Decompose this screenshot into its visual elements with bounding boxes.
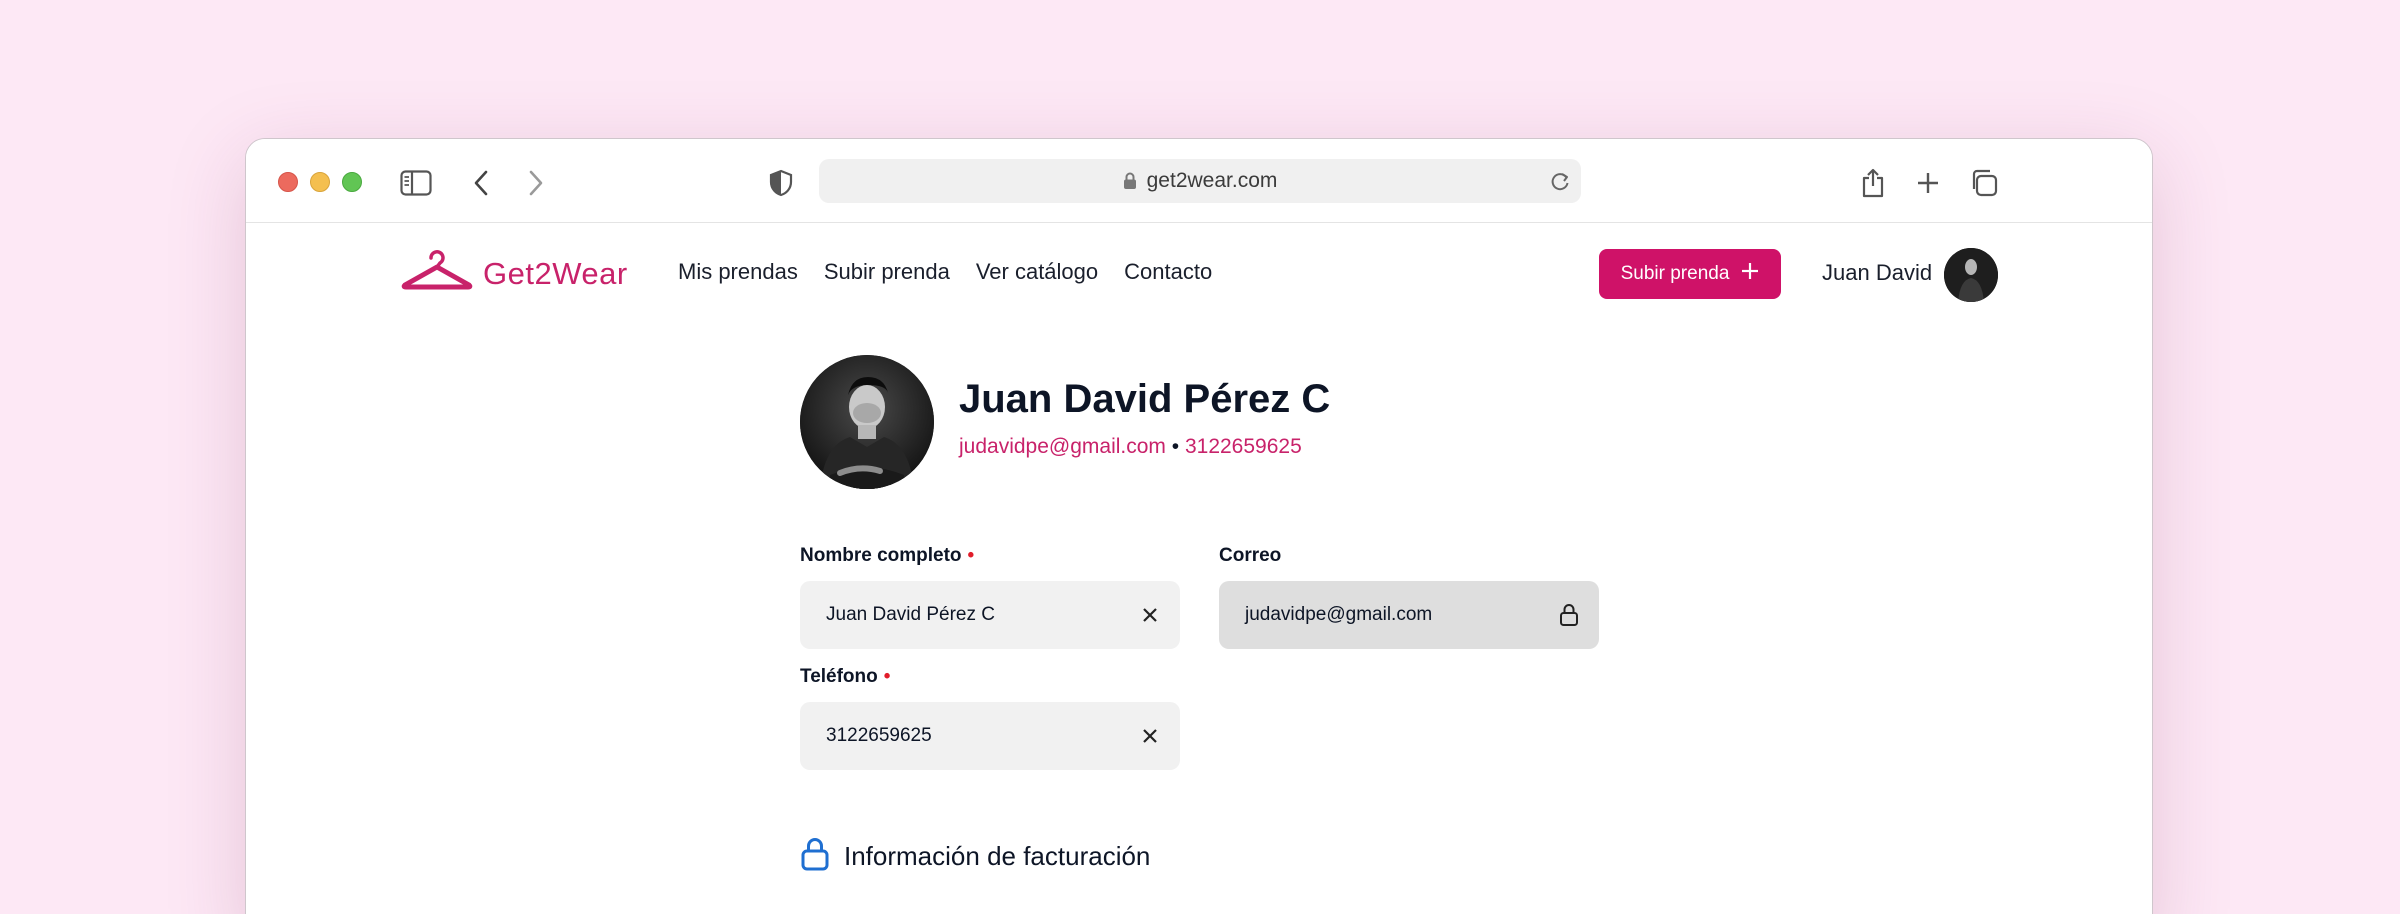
upload-garment-button[interactable]: Subir prenda [1599, 249, 1781, 299]
full-name-field[interactable]: Juan David Pérez C [800, 581, 1180, 649]
email-value: judavidpe@gmail.com [1245, 604, 1433, 625]
upload-button-label: Subir prenda [1620, 263, 1730, 284]
profile-avatar [800, 355, 934, 489]
url-text: get2wear.com [1146, 169, 1278, 192]
close-window-button[interactable] [278, 172, 298, 192]
browser-toolbar: get2wear.com [246, 139, 2152, 223]
full-name-label-text: Nombre completo [800, 545, 962, 566]
lock-icon [800, 837, 830, 876]
reload-icon[interactable] [1549, 169, 1571, 199]
phone-label: Teléfono • [800, 666, 890, 688]
back-arrow-icon[interactable] [461, 163, 501, 203]
email-field: judavidpe@gmail.com [1219, 581, 1599, 649]
forward-arrow-icon[interactable] [516, 163, 556, 203]
privacy-shield-icon[interactable] [761, 163, 801, 203]
lock-icon [1123, 172, 1137, 190]
main-nav: Mis prendas Subir prenda Ver catálogo Co… [678, 259, 1212, 285]
required-mark: • [883, 666, 891, 687]
phone-label-text: Teléfono [800, 666, 878, 687]
profile-phone[interactable]: 3122659625 [1185, 435, 1302, 458]
required-mark: • [967, 545, 975, 566]
email-label: Correo [1219, 545, 1282, 566]
brand-name: Get2Wear [483, 255, 628, 291]
billing-section-title: Información de facturación [844, 841, 1151, 871]
profile-name: Juan David Pérez C [959, 377, 1331, 421]
clear-icon[interactable] [1120, 702, 1180, 770]
nav-link-subir-prenda[interactable]: Subir prenda [824, 259, 950, 285]
lock-icon [1539, 581, 1599, 649]
billing-section-header: Información de facturación [800, 837, 1150, 876]
address-bar[interactable]: get2wear.com [819, 159, 1581, 203]
user-menu-name[interactable]: Juan David [1822, 260, 1932, 286]
profile-email[interactable]: judavidpe@gmail.com [959, 435, 1166, 458]
new-tab-plus-icon[interactable] [1908, 163, 1948, 203]
hanger-icon [401, 249, 473, 298]
clear-icon[interactable] [1120, 581, 1180, 649]
contact-separator: • [1171, 435, 1180, 458]
phone-field[interactable]: 3122659625 [800, 702, 1180, 770]
minimize-window-button[interactable] [310, 172, 330, 192]
plus-icon [1741, 262, 1759, 286]
tab-overview-icon[interactable] [1964, 163, 2004, 203]
brand-logo[interactable]: Get2Wear [401, 249, 628, 298]
share-icon[interactable] [1853, 163, 1893, 203]
user-avatar[interactable] [1944, 248, 1998, 302]
sidebar-toggle-icon[interactable] [396, 163, 436, 203]
browser-window: get2wear.com Get2Wear Mis prendas Subir … [245, 138, 2153, 914]
nav-link-contacto[interactable]: Contacto [1124, 259, 1212, 285]
full-name-value: Juan David Pérez C [826, 604, 995, 625]
nav-link-ver-catalogo[interactable]: Ver catálogo [976, 259, 1098, 285]
full-name-label: Nombre completo • [800, 545, 974, 567]
phone-value: 3122659625 [826, 725, 932, 746]
maximize-window-button[interactable] [342, 172, 362, 192]
nav-link-mis-prendas[interactable]: Mis prendas [678, 259, 798, 285]
site-header: Get2Wear Mis prendas Subir prenda Ver ca… [246, 223, 2152, 327]
profile-contact: judavidpe@gmail.com • 3122659625 [959, 435, 1302, 459]
